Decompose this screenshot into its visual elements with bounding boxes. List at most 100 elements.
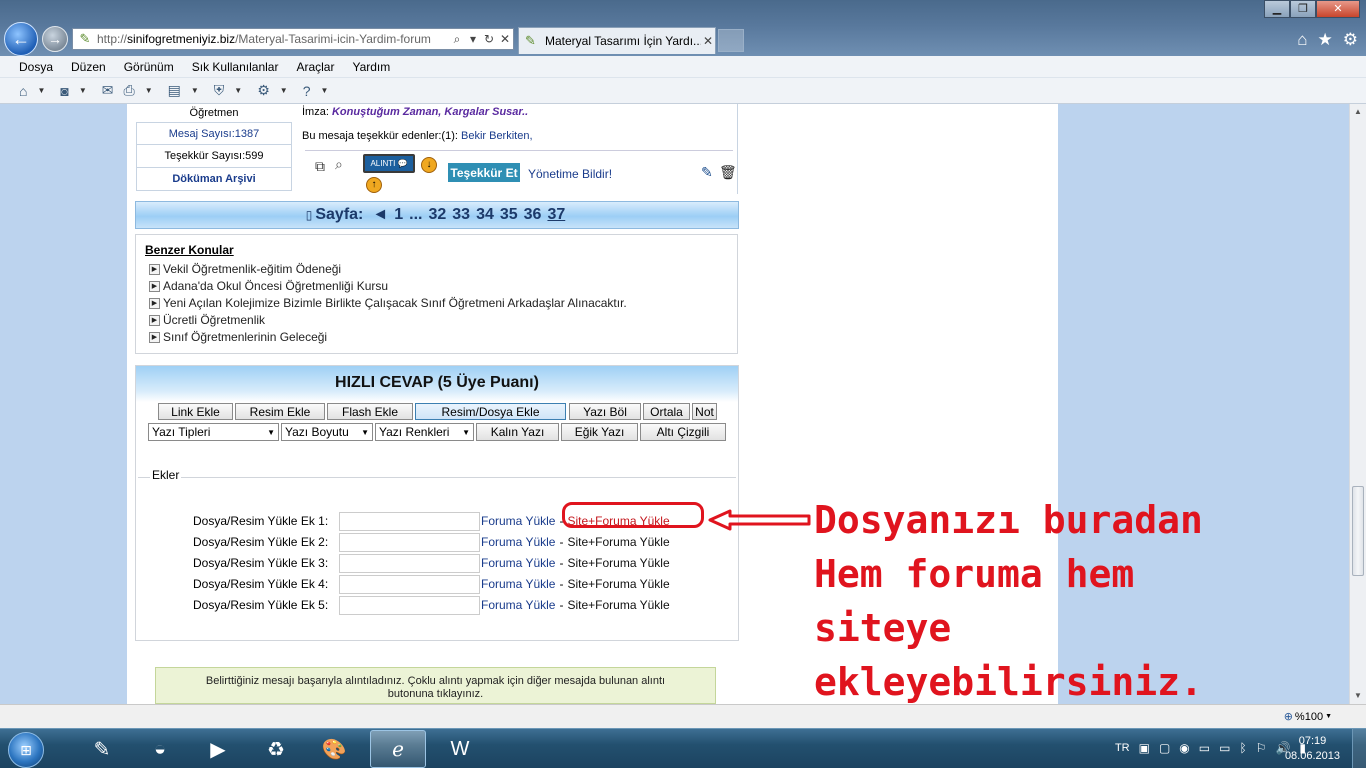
tray-record-icon[interactable]: ◉: [1179, 741, 1189, 755]
home-icon[interactable]: ⌂: [16, 83, 30, 99]
arrow-up-circle-icon[interactable]: ↑: [366, 177, 382, 193]
upload-forum-link[interactable]: Foruma Yükle: [481, 556, 555, 570]
menu-duzen[interactable]: Düzen: [62, 60, 115, 74]
stop-icon[interactable]: ✕: [497, 32, 513, 46]
prev-page-arrow-icon[interactable]: ◄: [372, 206, 388, 224]
document-archive-link[interactable]: Döküman Arşivi: [136, 168, 292, 191]
mail-icon[interactable]: ✉: [99, 82, 117, 99]
thanks-user-link[interactable]: Bekir Berkiten,: [461, 130, 533, 142]
tray-display-icon[interactable]: ▢: [1159, 741, 1170, 755]
taskbar-app-internet-explorer-icon[interactable]: ℯ: [370, 730, 426, 768]
italic-button[interactable]: Eğik Yazı: [561, 423, 638, 441]
menu-sik-kullanilanlar[interactable]: Sık Kullanılanlar: [183, 60, 288, 74]
scroll-down-arrow-icon[interactable]: ▼: [1350, 688, 1366, 704]
upload-forum-link[interactable]: Foruma Yükle: [481, 577, 555, 591]
zoom-control[interactable]: ⊕ %100 ▼: [1284, 710, 1332, 724]
new-tab-button[interactable]: [718, 29, 744, 52]
not-button[interactable]: Not: [692, 403, 717, 420]
taskbar-app-sphere-icon[interactable]: ◒: [132, 730, 188, 768]
rss-feed-icon[interactable]: ◙: [57, 83, 71, 99]
tab-close-icon[interactable]: ✕: [701, 34, 715, 48]
home-icon[interactable]: ⌂: [1297, 30, 1307, 50]
upload-forum-link[interactable]: Foruma Yükle: [481, 514, 555, 528]
menu-yardim[interactable]: Yardım: [343, 60, 399, 74]
start-button[interactable]: ⊞: [8, 732, 44, 768]
show-desktop-button[interactable]: [1352, 729, 1366, 768]
search-icon[interactable]: ⌕: [449, 32, 465, 47]
page-icon[interactable]: ▤: [165, 82, 184, 99]
forward-button[interactable]: →: [42, 26, 68, 52]
page-link[interactable]: 32: [428, 206, 446, 224]
upload-site-forum-link[interactable]: Site+Foruma Yükle: [567, 535, 669, 549]
similar-topic-link[interactable]: ▶ Sınıf Öğretmenlerinin Geleceği: [149, 330, 327, 344]
magnifier-icon[interactable]: ⌕: [335, 156, 343, 173]
restore-button[interactable]: ❐: [1290, 0, 1316, 18]
tools-gear-icon[interactable]: ⚙: [1343, 30, 1358, 50]
help-icon[interactable]: ?: [300, 83, 314, 99]
attachment-file-input[interactable]: [339, 511, 480, 531]
refresh-icon[interactable]: ↻: [481, 32, 497, 46]
favorites-star-icon[interactable]: ★: [1318, 30, 1333, 50]
attachment-file-input[interactable]: [339, 553, 480, 573]
scroll-up-arrow-icon[interactable]: ▲: [1350, 104, 1366, 120]
menu-gorunum[interactable]: Görünüm: [115, 60, 183, 74]
bold-button[interactable]: Kalın Yazı: [476, 423, 559, 441]
upload-site-forum-link[interactable]: Site+Foruma Yükle: [567, 577, 669, 591]
chevron-down-icon[interactable]: ▼: [37, 86, 45, 95]
page-link[interactable]: 33: [452, 206, 470, 224]
multi-quote-icon[interactable]: ⧉: [315, 158, 325, 175]
chevron-down-icon[interactable]: ▼: [234, 86, 242, 95]
page-link[interactable]: 34: [476, 206, 494, 224]
similar-topic-link[interactable]: ▶ Adana'da Okul Öncesi Öğretmenliği Kursu: [149, 279, 388, 293]
quote-button[interactable]: ALINTI 💬: [363, 154, 415, 173]
upload-site-forum-link[interactable]: Site+Foruma Yükle: [567, 556, 669, 570]
tray-flag-icon[interactable]: ⚐: [1256, 741, 1267, 755]
attachment-file-input[interactable]: [339, 532, 480, 552]
close-window-button[interactable]: ✕: [1316, 0, 1360, 18]
taskbar-app-media-player-icon[interactable]: ▶: [190, 730, 246, 768]
similar-topic-link[interactable]: ▶ Vekil Öğretmenlik-eğitim Ödeneği: [149, 262, 341, 276]
taskbar-app-recycle-icon[interactable]: ♻: [248, 730, 304, 768]
tray-monitor-icon[interactable]: ▭: [1219, 741, 1230, 755]
tray-app-icon[interactable]: ▣: [1139, 741, 1150, 755]
ortala-button[interactable]: Ortala: [643, 403, 690, 420]
thank-button[interactable]: Teşekkür Et: [448, 163, 520, 182]
chevron-down-icon[interactable]: ▼: [280, 86, 288, 95]
chevron-down-icon[interactable]: ▼: [191, 86, 199, 95]
vertical-scrollbar[interactable]: ▲ ▼: [1349, 104, 1366, 704]
attachment-file-input[interactable]: [339, 574, 480, 594]
chevron-down-icon[interactable]: ▼: [321, 86, 329, 95]
minimize-button[interactable]: ▁: [1264, 0, 1290, 18]
safety-shield-icon[interactable]: ⛨: [211, 82, 228, 99]
language-indicator[interactable]: TR: [1115, 742, 1130, 754]
address-bar[interactable]: ✎ http://sinifogretmeniyiz.biz/Materyal-…: [72, 28, 514, 50]
tray-window-icon[interactable]: ▭: [1199, 741, 1210, 755]
menu-dosya[interactable]: Dosya: [10, 60, 62, 74]
link-ekle-button[interactable]: Link Ekle: [158, 403, 233, 420]
page-link[interactable]: 36: [524, 206, 542, 224]
taskbar-app-pen-icon[interactable]: ✎: [74, 730, 130, 768]
similar-topic-link[interactable]: ▶ Ücretli Öğretmenlik: [149, 313, 265, 327]
similar-topic-link[interactable]: ▶ Yeni Açılan Kolejimize Bizimle Birlikte…: [149, 296, 627, 310]
upload-forum-link[interactable]: Foruma Yükle: [481, 598, 555, 612]
yazi-bol-button[interactable]: Yazı Böl: [569, 403, 641, 420]
taskbar-app-paint-icon[interactable]: 🎨: [306, 730, 362, 768]
edit-icon[interactable]: ✎: [701, 164, 713, 181]
page-link[interactable]: 1: [394, 206, 403, 224]
clock[interactable]: 07:19 08.06.2013: [1285, 734, 1340, 764]
font-family-select[interactable]: Yazı Tipleri ▼: [148, 423, 279, 441]
underline-button[interactable]: Altı Çizgili: [640, 423, 726, 441]
arrow-down-circle-icon[interactable]: ↓: [421, 157, 437, 173]
resim-ekle-button[interactable]: Resim Ekle: [235, 403, 325, 420]
report-link[interactable]: Yönetime Bildir!: [528, 167, 612, 181]
resim-dosya-ekle-button[interactable]: Resim/Dosya Ekle: [415, 403, 566, 420]
back-button[interactable]: ←: [4, 22, 38, 56]
page-link[interactable]: 35: [500, 206, 518, 224]
trash-icon[interactable]: 🗑: [719, 164, 737, 181]
address-url[interactable]: http://sinifogretmeniyiz.biz/Materyal-Ta…: [97, 32, 449, 46]
upload-site-forum-link[interactable]: Site+Foruma Yükle: [567, 598, 669, 612]
attachment-file-input[interactable]: [339, 595, 480, 615]
font-color-select[interactable]: Yazı Renkleri ▼: [375, 423, 474, 441]
menu-araclar[interactable]: Araçlar: [287, 60, 343, 74]
chevron-down-icon[interactable]: ▼: [79, 86, 87, 95]
